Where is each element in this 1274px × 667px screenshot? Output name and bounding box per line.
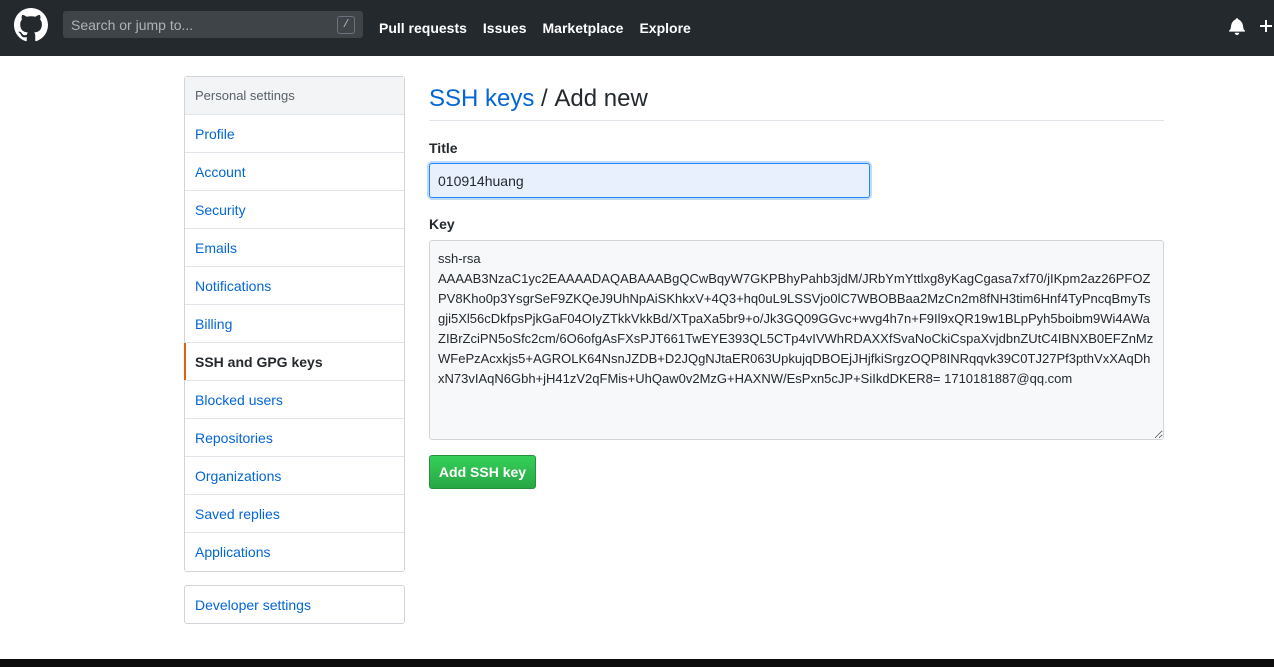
title-field[interactable] [429, 163, 870, 198]
developer-settings-link[interactable]: Developer settings [184, 585, 405, 624]
sidebar-item-ssh-gpg-keys[interactable]: SSH and GPG keys [184, 343, 404, 381]
nav-marketplace[interactable]: Marketplace [543, 20, 624, 36]
sidebar-item-organizations[interactable]: Organizations [185, 457, 404, 495]
breadcrumb-ssh-keys[interactable]: SSH keys [429, 85, 534, 113]
search-input[interactable] [63, 11, 363, 38]
top-nav: Pull requests Issues Marketplace Explore [379, 0, 707, 56]
search-shortcut-hint: / [337, 16, 355, 34]
top-header: / Pull requests Issues Marketplace Explo… [0, 0, 1274, 56]
bell-icon[interactable] [1229, 17, 1245, 35]
nav-explore[interactable]: Explore [639, 20, 690, 36]
sidebar-item-account[interactable]: Account [185, 153, 404, 191]
key-label: Key [429, 216, 455, 232]
nav-issues[interactable]: Issues [483, 20, 527, 36]
breadcrumb-separator: / [534, 85, 555, 112]
os-taskbar [0, 659, 1274, 667]
sidebar-item-security[interactable]: Security [185, 191, 404, 229]
sidebar-item-applications[interactable]: Applications [185, 533, 404, 571]
main-content: SSH keys / Add new Title Key ssh-rsa AAA… [429, 76, 1164, 489]
add-ssh-key-button[interactable]: Add SSH key [429, 455, 536, 489]
sidebar-item-saved-replies[interactable]: Saved replies [185, 495, 404, 533]
plus-icon[interactable] [1258, 18, 1274, 34]
settings-sidebar: Personal settings Profile Account Securi… [184, 76, 405, 572]
search-box[interactable]: / [63, 11, 363, 38]
breadcrumb-add-new: Add new [554, 85, 648, 112]
github-mark-icon[interactable] [14, 8, 48, 42]
sidebar-item-profile[interactable]: Profile [185, 115, 404, 153]
sidebar-item-blocked-users[interactable]: Blocked users [185, 381, 404, 419]
nav-pull-requests[interactable]: Pull requests [379, 20, 467, 36]
sidebar-item-repositories[interactable]: Repositories [185, 419, 404, 457]
sidebar-item-emails[interactable]: Emails [185, 229, 404, 267]
sidebar-item-billing[interactable]: Billing [185, 305, 404, 343]
title-label: Title [429, 140, 458, 156]
page-title: SSH keys / Add new [429, 76, 1164, 121]
sidebar-heading: Personal settings [185, 77, 404, 115]
key-field[interactable]: ssh-rsa AAAAB3NzaC1yc2EAAAADAQABAAABgQCw… [429, 240, 1164, 440]
sidebar-item-notifications[interactable]: Notifications [185, 267, 404, 305]
